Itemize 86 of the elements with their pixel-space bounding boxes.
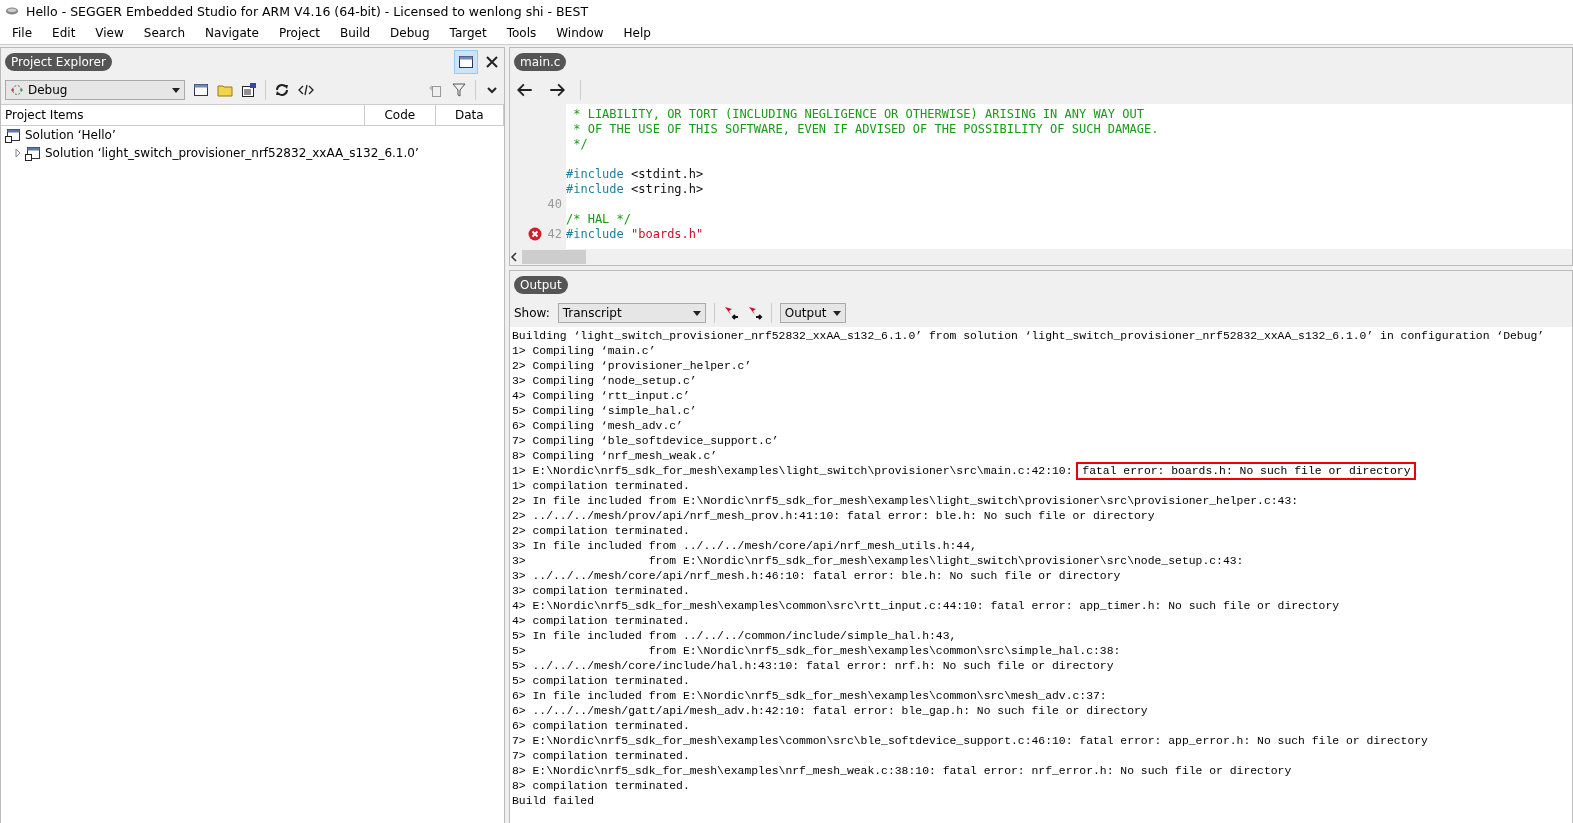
refresh-icon[interactable] (274, 82, 290, 98)
output-line: 6> ../../../mesh/gatt/api/mesh_adv.h:42:10: fatal error: ble_gap.h: No such file or directory (512, 705, 1148, 717)
column-header[interactable]: Code (384, 108, 416, 122)
properties-icon[interactable] (241, 82, 257, 98)
output-line: 2> Compiling ‘provisioner_helper.c’ (512, 360, 752, 372)
menu-item[interactable]: File (4, 26, 45, 40)
menu-item[interactable]: Search (135, 26, 198, 40)
back-arrow-icon[interactable] (516, 81, 534, 99)
code-line: #include <string.h> (566, 181, 704, 196)
show-dropdown[interactable]: Transcript (557, 303, 706, 323)
scroll-left-icon[interactable] (510, 252, 518, 262)
panel-title: Project Explorer (5, 53, 112, 71)
output-line: 7> Compiling ‘ble_softdevice_support.c’ (512, 435, 779, 447)
output-line: 2> ../../../mesh/prov/api/nrf_mesh_prov.h:41:10: fatal error: ble.h: No such file or directory (512, 510, 1155, 522)
filter-icon[interactable] (451, 82, 467, 98)
menu-item[interactable]: Target (441, 26, 499, 40)
column-header[interactable]: Project Items (5, 108, 84, 122)
output-line: 5> compilation terminated. (512, 675, 690, 687)
code-line: /* HAL */ (566, 211, 632, 226)
output-line: 5> ../../../mesh/core/include/hal.h:43:10: fatal error: nrf.h: No such file or directory (512, 660, 1114, 672)
output-line: Building ‘light_switch_provisioner_nrf52832_xxAA_s132_6.1.0’ from solution ‘light_switch_provisioner_nrf52832_xxAA_s132_6.1.0’ in configuration ‘Debug’ (512, 330, 1545, 342)
code-line: * LIABILITY, OR TORT (INCLUDING NEGLIGENCE OR OTHERWISE) ARISING IN ANY WAY OUT (572, 106, 1144, 121)
output-line: 5> Compiling ‘simple_hal.c’ (512, 405, 697, 417)
code-line: #include <stdint.h> (566, 166, 704, 181)
menu-item[interactable]: Debug (382, 26, 442, 40)
close-icon[interactable] (484, 54, 500, 70)
output-line: 2> compilation terminated. (512, 525, 690, 537)
tree-item[interactable]: Solution ‘Hello’ (25, 128, 116, 142)
solution-icon (5, 127, 21, 143)
output-line: 5> from E:\Nordic\nrf5_sdk_for_mesh\examples\common\src\simple_hal.c:38: (512, 645, 1121, 657)
output-line: 2> In file included from E:\Nordic\nrf5_sdk_for_mesh\examples\light_switch\provisioner\src\provisioner_helper.c:43: (512, 495, 1299, 507)
next-error-icon[interactable] (746, 305, 763, 321)
output-line: 6> compilation terminated. (512, 720, 690, 732)
show-label: Show: (514, 306, 550, 320)
dropdown-arrow-icon (172, 87, 180, 93)
output-line: 8> compilation terminated. (512, 780, 690, 792)
output-line: 3> In file included from ../../../mesh/core/api/nrf_mesh_utils.h:44, (512, 540, 977, 552)
expand-arrow-icon[interactable] (15, 149, 21, 157)
window-title: Hello - SEGGER Embedded Studio for ARM V4.16 (64-bit) - Licensed to wenlong shi - BEST (26, 3, 589, 19)
configuration-dropdown[interactable]: Debug (5, 80, 185, 100)
menu-item[interactable]: View (87, 26, 136, 40)
output-line: 3> from E:\Nordic\nrf5_sdk_for_mesh\examples\light_switch\provisioner\src\node_setup.c:43: (512, 555, 1244, 567)
tree-item[interactable]: Solution ‘light_switch_provisioner_nrf52832_xxAA_s132_6.1.0’ (45, 146, 419, 160)
line-number: 42 (547, 226, 562, 241)
output-line: 1> compilation terminated. (512, 480, 690, 492)
output-line: 7> E:\Nordic\nrf5_sdk_for_mesh\examples\common\src\ble_softdevice_support.c:46:10: fatal error: app_error.h: No such file or directory (512, 735, 1428, 747)
editor-tab[interactable]: main.c (514, 53, 567, 71)
code-tag-icon[interactable] (298, 82, 314, 98)
menu-item[interactable]: Project (270, 26, 332, 40)
output-line: 8> Compiling ‘nrf_mesh_weak.c’ (512, 450, 718, 462)
dropdown-arrow-icon (692, 310, 701, 316)
code-line: #include "boards.h" (566, 226, 704, 241)
output-line: 1> Compiling ‘main.c’ (512, 345, 656, 357)
code-line: * OF THE USE OF THIS SOFTWARE, EVEN IF ADVISED OF THE POSSIBILITY OF SUCH DAMAGE. (572, 121, 1159, 136)
output-line: 6> In file included from E:\Nordic\nrf5_sdk_for_mesh\examples\common\src\mesh_adv.c:37: (512, 690, 1107, 702)
output-line: 5> In file included from ../../../common/include/simple_hal.h:43, (512, 630, 957, 642)
output-line: 3> Compiling ‘node_setup.c’ (512, 375, 697, 387)
output-line: 6> Compiling ‘mesh_adv.c’ (512, 420, 683, 432)
forward-arrow-icon[interactable] (548, 81, 566, 99)
output-line: 4> E:\Nordic\nrf5_sdk_for_mesh\examples\common\src\rtt_input.c:44:10: fatal error: app_timer.h: No such file or directory (512, 600, 1340, 612)
output-line: 4> compilation terminated. (512, 615, 690, 627)
menu-item[interactable]: Tools (498, 26, 549, 40)
code-line: */ (572, 136, 588, 151)
highlighted-error: fatal error: boards.h: No such file or directory (1076, 462, 1417, 480)
output-line: 8> E:\Nordic\nrf5_sdk_for_mesh\examples\nrf_mesh_weak.c:38:10: fatal error: nrf_error.h: No such file or directory (512, 765, 1292, 777)
new-window-icon[interactable] (193, 82, 209, 98)
configuration-icon (10, 83, 24, 97)
menu-item[interactable]: Navigate (197, 26, 271, 40)
output-line: 1> E:\Nordic\nrf5_sdk_for_mesh\examples\light_switch\provisioner\src\main.c:42:10: (512, 465, 1074, 477)
solution-icon (25, 145, 41, 161)
menu-item[interactable]: Window (548, 26, 616, 40)
menu-item[interactable]: Help (615, 26, 663, 40)
output-line: Build failed (512, 795, 595, 807)
scrollbar-thumb[interactable] (522, 250, 586, 264)
column-header[interactable]: Data (454, 108, 484, 122)
output-line: 4> Compiling ‘rtt_input.c’ (512, 390, 690, 402)
previous-error-icon[interactable] (722, 305, 739, 321)
output-line: 7> compilation terminated. (512, 750, 690, 762)
line-number: 40 (547, 196, 562, 211)
dropdown-arrow-icon (832, 310, 841, 316)
output-line: 3> ../../../mesh/core/api/nrf_mesh.h:46:10: fatal error: ble.h: No such file or directory (512, 570, 1121, 582)
panel-title: Output (514, 276, 568, 294)
menu-item[interactable]: Build (331, 26, 383, 40)
menu-item[interactable]: Edit (44, 26, 88, 40)
output-line: 3> compilation terminated. (512, 585, 690, 597)
output-dropdown[interactable]: Output (779, 303, 846, 323)
